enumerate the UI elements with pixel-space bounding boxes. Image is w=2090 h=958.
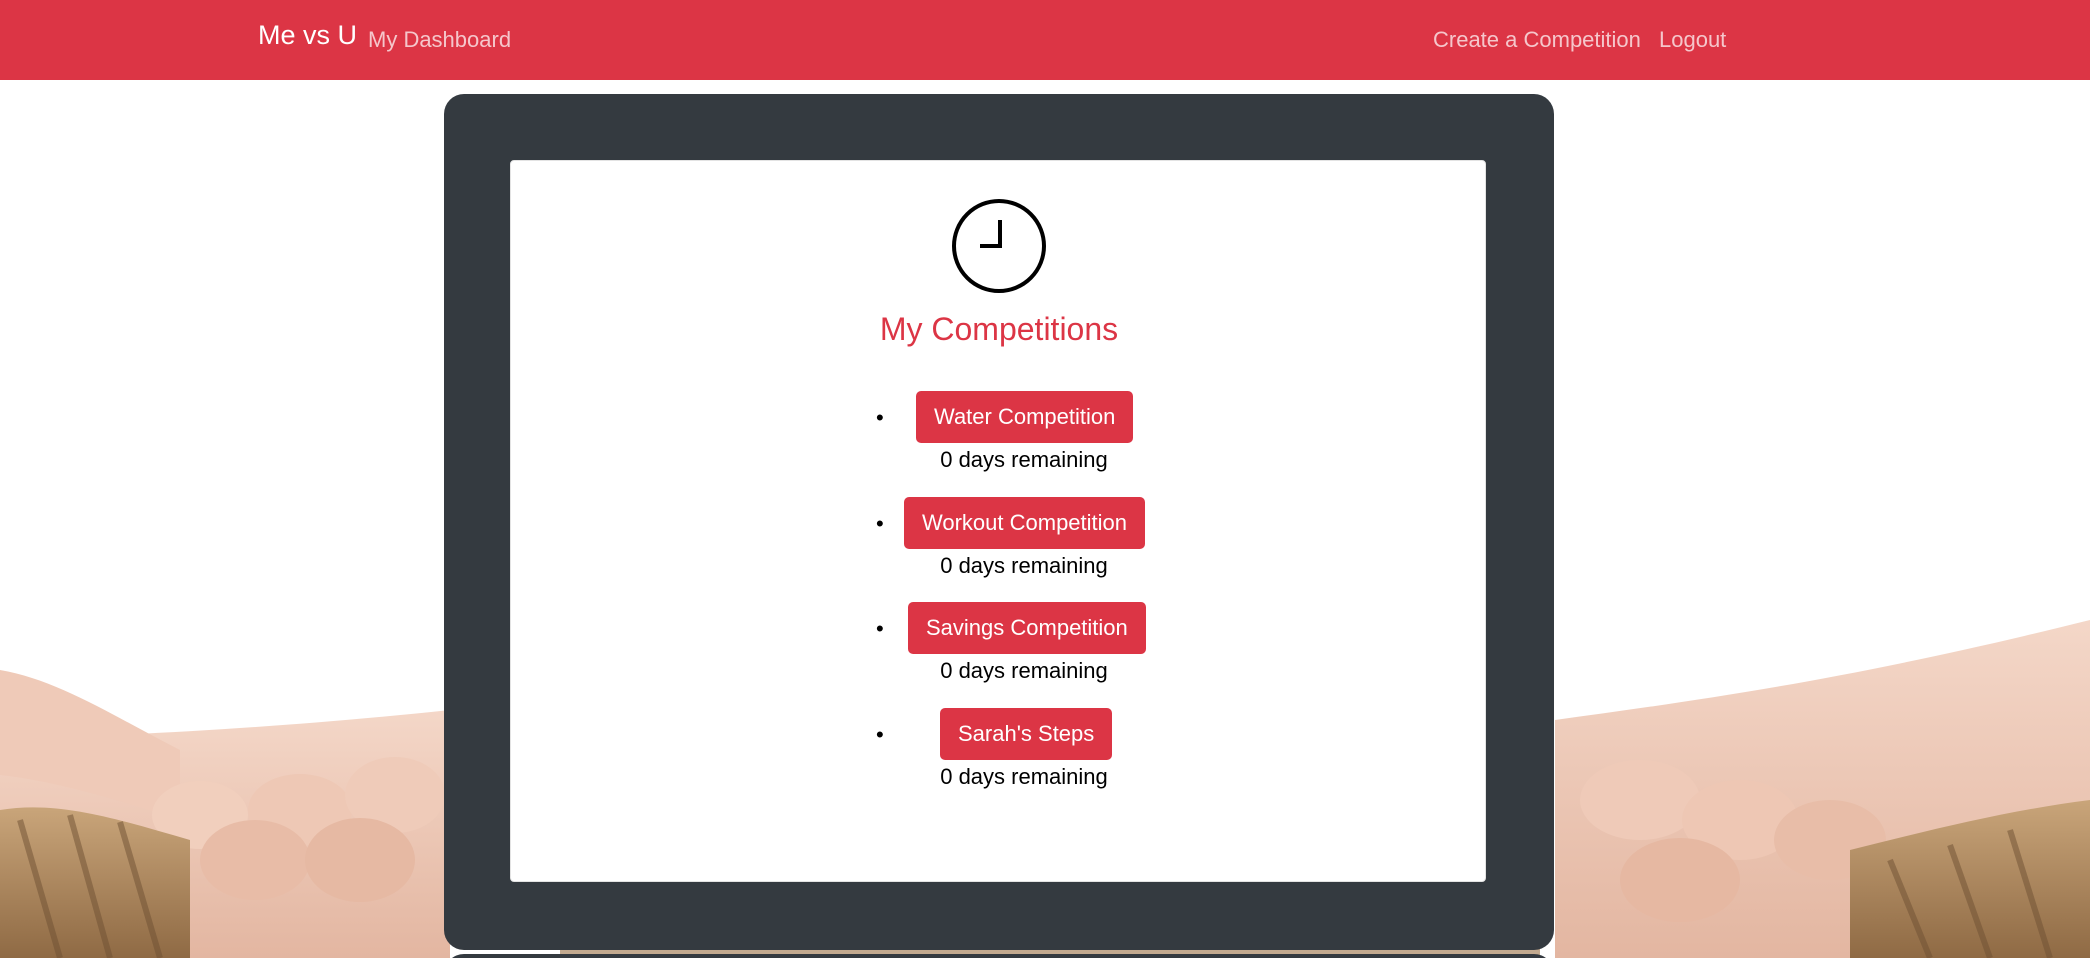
- brand-link[interactable]: Me vs U: [258, 20, 357, 51]
- nav-link-my-dashboard[interactable]: My Dashboard: [368, 27, 511, 53]
- nav-link-create-competition[interactable]: Create a Competition: [1433, 27, 1641, 53]
- bullet-icon: •: [876, 616, 884, 641]
- days-remaining-label: 0 days remaining: [940, 447, 1108, 472]
- top-navbar: Me vs U My Dashboard Create a Competitio…: [0, 0, 2090, 80]
- clock-icon: [952, 199, 1046, 293]
- dark-card: My Competitions • Water Competition 0 da…: [444, 94, 1554, 950]
- list-item: • Sarah's Steps 0 days remaining: [511, 708, 1487, 798]
- nav-link-logout[interactable]: Logout: [1659, 27, 1726, 53]
- days-remaining-label: 0 days remaining: [940, 658, 1108, 683]
- competition-button-workout[interactable]: Workout Competition: [904, 497, 1146, 549]
- bullet-icon: •: [876, 511, 884, 536]
- list-item: • Workout Competition 0 days remaining: [511, 497, 1487, 587]
- days-remaining-label: 0 days remaining: [940, 764, 1108, 789]
- competitions-panel: My Competitions • Water Competition 0 da…: [510, 160, 1486, 882]
- bullet-icon: •: [876, 722, 884, 747]
- competition-button-sarahs-steps[interactable]: Sarah's Steps: [940, 708, 1113, 760]
- list-item: • Savings Competition 0 days remaining: [511, 602, 1487, 692]
- next-dark-card: [444, 954, 1554, 958]
- competition-button-savings[interactable]: Savings Competition: [908, 602, 1146, 654]
- competition-button-water[interactable]: Water Competition: [916, 391, 1134, 443]
- days-remaining-label: 0 days remaining: [940, 553, 1108, 578]
- bullet-icon: •: [876, 405, 884, 430]
- page: Me vs U My Dashboard Create a Competitio…: [0, 0, 2090, 958]
- page-title: My Competitions: [879, 311, 1119, 347]
- list-item: • Water Competition 0 days remaining: [511, 391, 1487, 481]
